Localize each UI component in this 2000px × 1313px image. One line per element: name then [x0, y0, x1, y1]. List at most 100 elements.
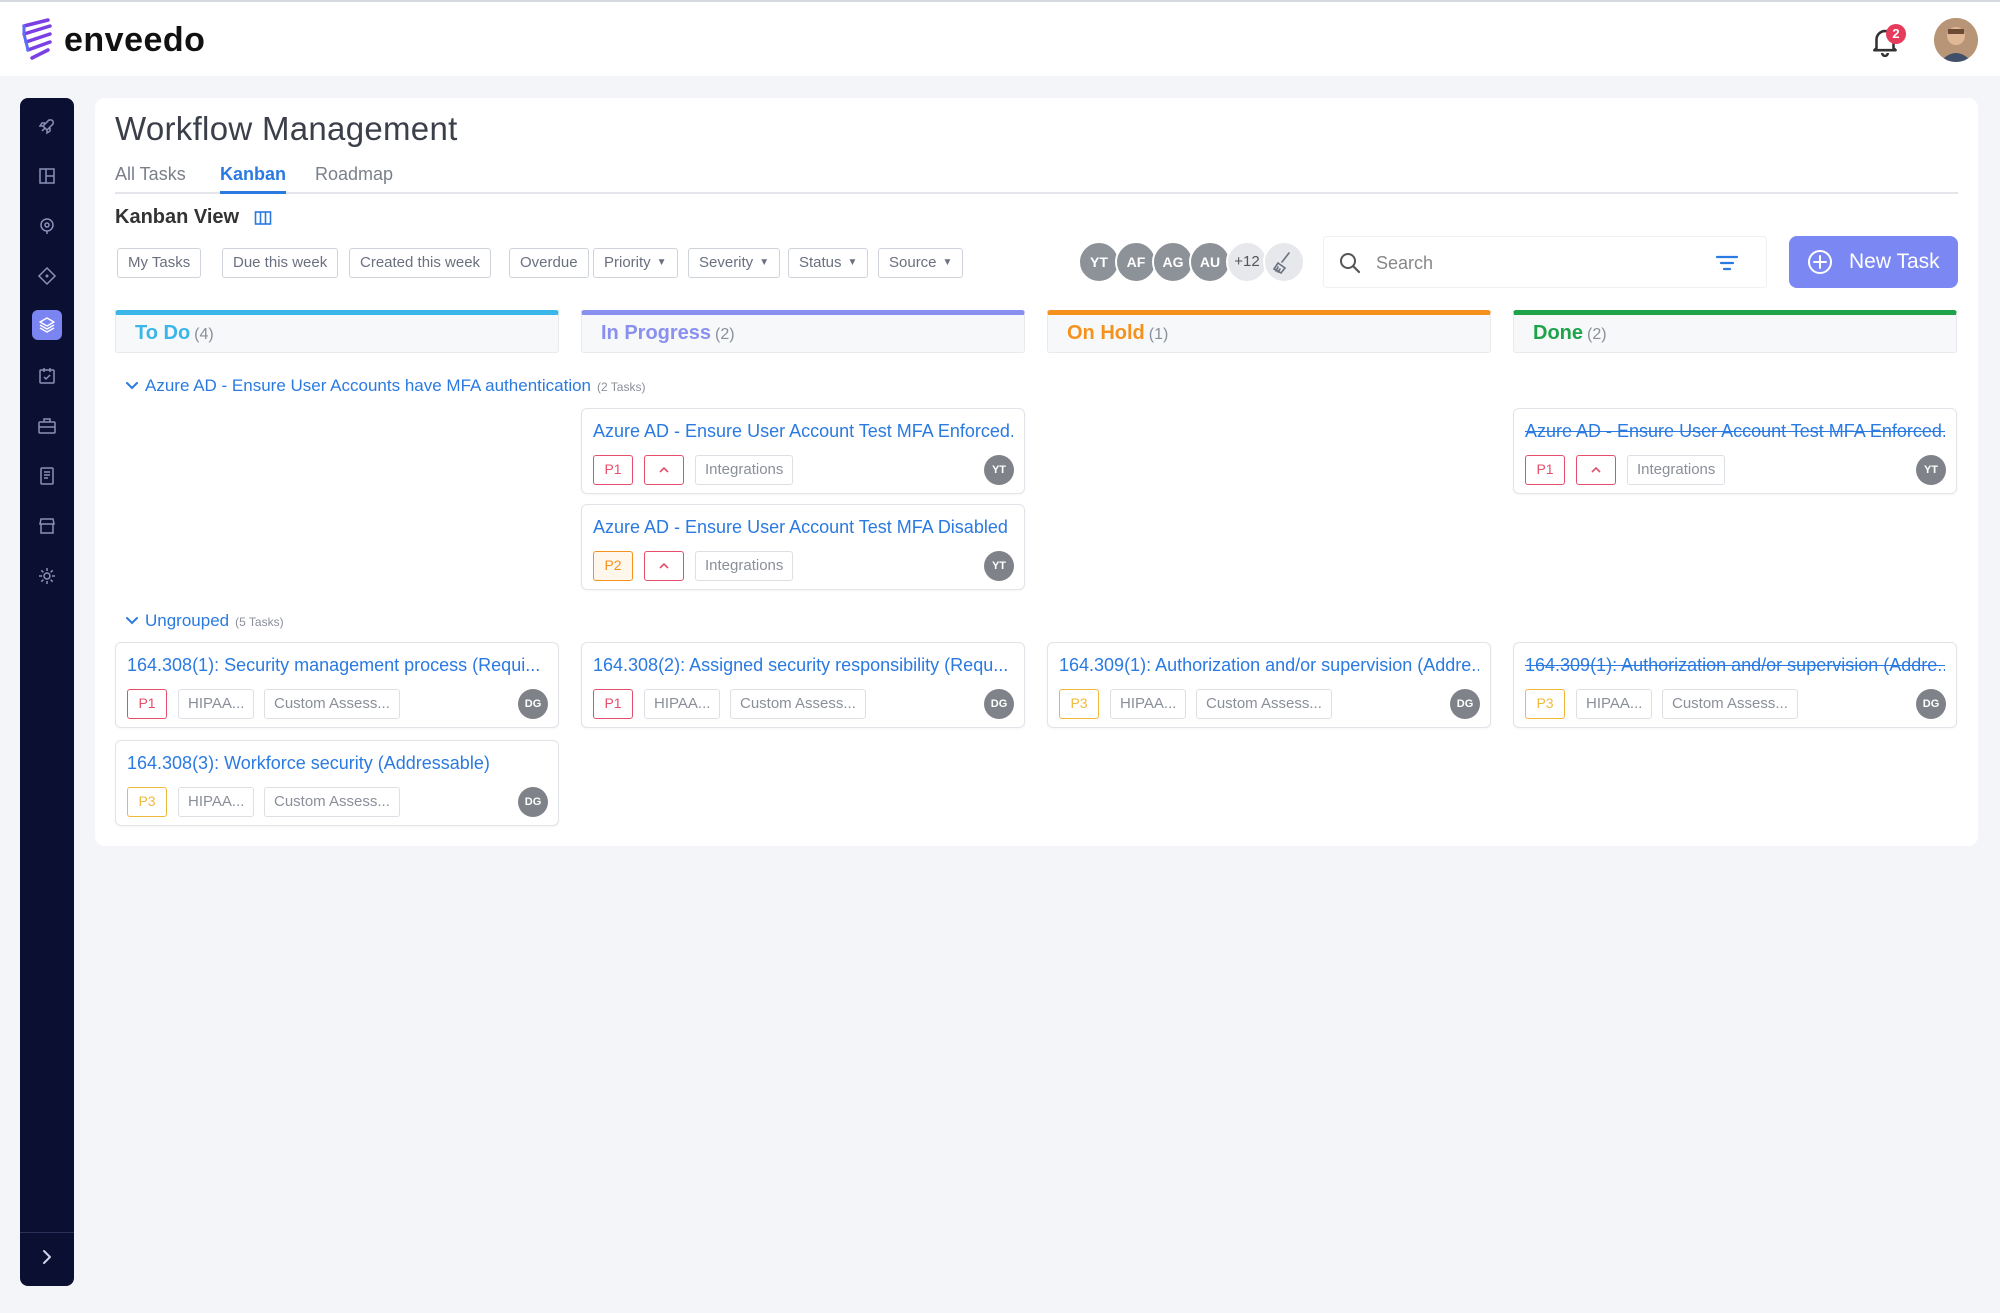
- search-icon: [1340, 253, 1361, 274]
- priority-dropdown[interactable]: Priority ▼: [593, 248, 678, 278]
- task-card[interactable]: 164.309(1): Authorization and/or supervi…: [1513, 642, 1957, 728]
- columns-icon[interactable]: [254, 209, 272, 227]
- task-card[interactable]: Azure AD - Ensure User Account Test MFA …: [1513, 408, 1957, 494]
- assignee-avatar[interactable]: YT: [984, 455, 1014, 485]
- assignee-avatar[interactable]: YT: [1078, 241, 1120, 283]
- assignee-avatar[interactable]: DG: [1450, 689, 1480, 719]
- tab-all-tasks[interactable]: All Tasks: [115, 164, 186, 191]
- framework-tag: HIPAA...: [178, 689, 255, 719]
- tab-kanban[interactable]: Kanban: [220, 164, 287, 194]
- tab-roadmap[interactable]: Roadmap: [315, 164, 393, 191]
- filter-created-this-week[interactable]: Created this week: [349, 248, 492, 278]
- plus-circle-icon: [1808, 250, 1832, 274]
- assignee-avatar[interactable]: AG: [1152, 241, 1194, 283]
- new-task-label: New Task: [1849, 250, 1940, 273]
- notification-count-badge: 2: [1886, 24, 1906, 44]
- sidebar-layers-icon[interactable]: [32, 310, 62, 340]
- framework-tag: HIPAA...: [178, 787, 255, 817]
- caret-down-icon: ▼: [656, 257, 667, 269]
- clear-filter-button[interactable]: [1263, 241, 1305, 283]
- filter-due-this-week[interactable]: Due this week: [222, 248, 339, 278]
- logo-icon: [22, 18, 52, 60]
- source-tag: Integrations: [695, 551, 794, 581]
- sidebar-radar-icon[interactable]: [33, 212, 61, 240]
- source-tag: Integrations: [695, 455, 794, 485]
- assessment-tag: Custom Assess...: [264, 787, 400, 817]
- priority-badge: P1: [593, 689, 633, 719]
- app-name: enveedo: [64, 20, 206, 59]
- filter-my-tasks[interactable]: My Tasks: [117, 248, 202, 278]
- group-task-count: (5 Tasks): [235, 615, 284, 629]
- assessment-tag: Custom Assess...: [264, 689, 400, 719]
- assignee-avatar[interactable]: AU: [1189, 241, 1231, 283]
- column-title: Done: [1533, 322, 1583, 344]
- page-title: Workflow Management: [115, 110, 458, 147]
- group-header-azure-ad[interactable]: Azure AD - Ensure User Accounts have MFA…: [125, 376, 645, 396]
- new-task-button[interactable]: New Task: [1789, 236, 1958, 288]
- source-dropdown-label: Source: [889, 254, 937, 271]
- assessment-tag: Custom Assess...: [1196, 689, 1332, 719]
- task-title[interactable]: 164.308(1): Security management process …: [127, 655, 547, 676]
- sidebar-dashboard-icon[interactable]: [33, 162, 61, 190]
- search-box: [1323, 236, 1767, 288]
- assignee-avatar[interactable]: DG: [984, 689, 1014, 719]
- sidebar-settings-icon[interactable]: [33, 562, 61, 590]
- column-title: On Hold: [1067, 322, 1145, 344]
- task-title[interactable]: 164.309(1): Authorization and/or supervi…: [1059, 655, 1479, 676]
- severity-dropdown-label: Severity: [699, 254, 754, 271]
- sidebar-expand-chevron-icon[interactable]: [34, 1244, 60, 1270]
- status-dropdown[interactable]: Status ▼: [788, 248, 869, 278]
- view-tabs: All Tasks Kanban Roadmap: [115, 164, 1958, 194]
- filter-overdue[interactable]: Overdue: [509, 248, 589, 278]
- sidebar-diamond-icon[interactable]: [33, 262, 61, 290]
- priority-badge: P1: [1525, 455, 1565, 485]
- sidebar-briefcase-icon[interactable]: [33, 412, 61, 440]
- status-dropdown-label: Status: [799, 254, 842, 271]
- task-title[interactable]: 164.308(2): Assigned security responsibi…: [593, 655, 1013, 676]
- task-card[interactable]: 164.309(1): Authorization and/or supervi…: [1047, 642, 1491, 728]
- severity-badge: [644, 455, 684, 485]
- group-header-ungrouped[interactable]: Ungrouped (5 Tasks): [125, 611, 284, 631]
- assessment-tag: Custom Assess...: [1662, 689, 1798, 719]
- assignee-avatar[interactable]: YT: [984, 551, 1014, 581]
- task-card[interactable]: Azure AD - Ensure User Account Test MFA …: [581, 504, 1025, 590]
- source-dropdown[interactable]: Source ▼: [878, 248, 964, 278]
- assignee-avatar[interactable]: DG: [1916, 689, 1946, 719]
- assignee-avatar[interactable]: YT: [1916, 455, 1946, 485]
- task-title[interactable]: Azure AD - Ensure User Account Test MFA …: [1525, 421, 1945, 442]
- task-card[interactable]: 164.308(1): Security management process …: [115, 642, 559, 728]
- priority-dropdown-label: Priority: [604, 254, 651, 271]
- assignee-avatar[interactable]: DG: [518, 787, 548, 817]
- severity-dropdown[interactable]: Severity ▼: [688, 248, 781, 278]
- user-photo-icon: [1934, 18, 1978, 62]
- task-title[interactable]: Azure AD - Ensure User Account Test MFA …: [593, 517, 1013, 538]
- column-done: Done (2): [1513, 310, 1957, 353]
- assignee-avatar[interactable]: AF: [1115, 241, 1157, 283]
- priority-badge: P3: [127, 787, 167, 817]
- assignee-avatar[interactable]: DG: [518, 689, 548, 719]
- task-card[interactable]: 164.308(3): Workforce security (Addressa…: [115, 740, 559, 826]
- sidebar-tasks-icon[interactable]: [33, 362, 61, 390]
- sidebar-reports-icon[interactable]: [33, 462, 61, 490]
- more-assignees[interactable]: +12: [1226, 241, 1268, 283]
- framework-tag: HIPAA...: [1576, 689, 1653, 719]
- caret-down-icon: ▼: [759, 257, 770, 269]
- main-panel: Workflow Management All Tasks Kanban Roa…: [95, 98, 1978, 846]
- column-in-progress: In Progress (2): [581, 310, 1025, 353]
- priority-badge: P1: [127, 689, 167, 719]
- search-input[interactable]: [1376, 247, 1696, 279]
- task-title[interactable]: 164.308(3): Workforce security (Addressa…: [127, 753, 547, 774]
- task-card[interactable]: 164.308(2): Assigned security responsibi…: [581, 642, 1025, 728]
- task-card[interactable]: Azure AD - Ensure User Account Test MFA …: [581, 408, 1025, 494]
- user-avatar[interactable]: [1934, 18, 1978, 62]
- sidebar-divider: [20, 1232, 74, 1233]
- sidebar-store-icon[interactable]: [33, 512, 61, 540]
- app-logo[interactable]: enveedo: [20, 18, 205, 62]
- task-title[interactable]: 164.309(1): Authorization and/or supervi…: [1525, 655, 1945, 676]
- filter-icon[interactable]: [1714, 251, 1740, 275]
- caret-down-icon: ▼: [847, 257, 858, 269]
- column-count: (2): [715, 326, 735, 343]
- task-title[interactable]: Azure AD - Ensure User Account Test MFA …: [593, 421, 1013, 442]
- sidebar-rocket-icon[interactable]: [33, 112, 61, 140]
- column-title: To Do: [135, 322, 191, 344]
